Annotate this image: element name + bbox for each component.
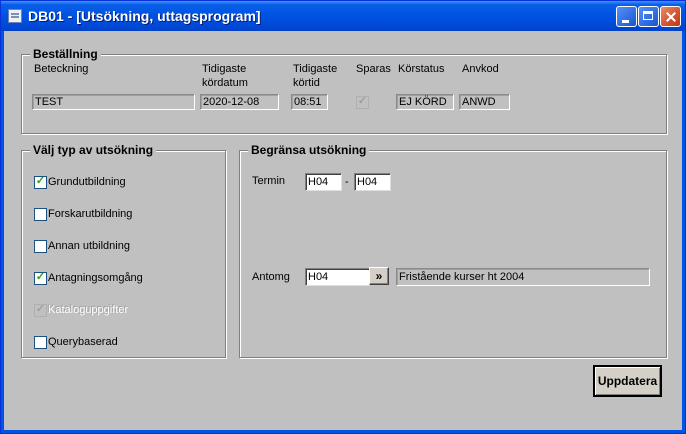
checkbox-forskarutbildning[interactable]	[34, 208, 47, 221]
term-to-input[interactable]: H04	[354, 173, 391, 191]
label-grundutbildning[interactable]: Grundutbildning	[48, 176, 126, 188]
usercode-field: ANWD	[459, 94, 510, 110]
runstatus-label: Körstatus	[398, 63, 445, 75]
save-label: Sparas	[356, 63, 391, 75]
label-querybaserad[interactable]: Querybaserad	[48, 336, 118, 348]
designation-field: TEST	[32, 94, 195, 110]
checkmark-icon: ✓	[35, 303, 46, 315]
label-forskarutbildning[interactable]: Forskarutbildning	[48, 208, 132, 220]
checkbox-antagningsomgang[interactable]: ✓	[34, 271, 47, 285]
update-button[interactable]: Uppdatera	[593, 365, 662, 397]
earliest-time-field: 08:51	[291, 94, 328, 110]
search-type-group-title: Välj typ av utsökning	[30, 143, 157, 157]
term-separator: -	[345, 176, 349, 188]
term-label: Termin	[252, 175, 286, 187]
limit-group: Begränsa utsökning	[239, 143, 667, 358]
earliest-date-field: 2020-12-08	[200, 94, 279, 110]
admission-label: Antomg	[252, 271, 290, 283]
time-label-line2: körtid	[293, 77, 320, 89]
close-button[interactable]	[660, 6, 681, 27]
checkmark-icon: ✓	[35, 175, 46, 187]
admission-input[interactable]: H04	[305, 268, 370, 286]
checkbox-kataloguppgifter: ✓	[34, 303, 47, 317]
window-title: DB01 - [Utsökning, uttagsprogram]	[28, 8, 261, 24]
date-label-line1: Tidigaste	[202, 63, 247, 75]
checkbox-grundutbildning[interactable]: ✓	[34, 175, 47, 189]
save-checkbox: ✓	[356, 95, 369, 109]
maximize-button[interactable]	[638, 6, 659, 27]
minimize-button[interactable]	[616, 6, 637, 27]
form-client-area: Beställning Beteckning Tidigaste kördatu…	[4, 31, 682, 430]
time-label-line1: Tidigaste	[293, 63, 338, 75]
limit-group-title: Begränsa utsökning	[248, 143, 370, 157]
order-group-title: Beställning	[30, 47, 101, 61]
app-window: DB01 - [Utsökning, uttagsprogram] Bestäl…	[0, 0, 686, 434]
title-bar[interactable]: DB01 - [Utsökning, uttagsprogram]	[1, 1, 685, 31]
label-annan-utbildning[interactable]: Annan utbildning	[48, 240, 130, 252]
checkbox-annan-utbildning[interactable]	[34, 240, 47, 253]
admission-lookup-button[interactable]: »	[369, 267, 389, 285]
checkmark-icon: ✓	[357, 95, 368, 107]
date-label-line2: kördatum	[202, 77, 248, 89]
usercode-label: Anvkod	[462, 63, 499, 75]
admission-description-field: Fristående kurser ht 2004	[396, 268, 650, 286]
checkmark-icon: ✓	[35, 271, 46, 283]
designation-label: Beteckning	[34, 63, 89, 75]
label-kataloguppgifter: Kataloguppgifter	[48, 304, 129, 316]
checkbox-querybaserad[interactable]	[34, 336, 47, 349]
app-window-icon	[8, 9, 22, 23]
label-antagningsomgang[interactable]: Antagningsomgång	[48, 272, 143, 284]
term-from-input[interactable]: H04	[305, 173, 342, 191]
runstatus-field: EJ KÖRD	[396, 94, 454, 110]
